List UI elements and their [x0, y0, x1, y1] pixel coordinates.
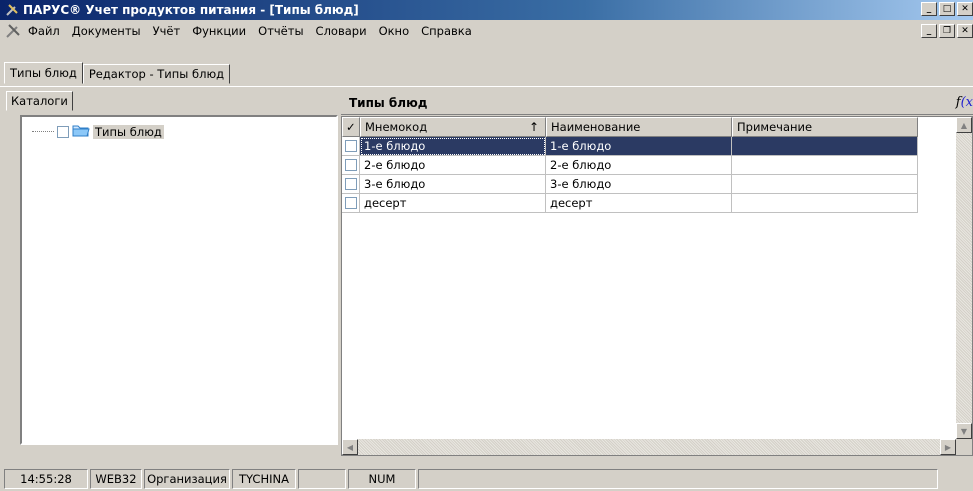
row-checkbox[interactable] — [345, 197, 357, 209]
row-checkbox[interactable] — [345, 178, 357, 190]
cell-name[interactable]: 3-е блюдо — [546, 175, 732, 194]
scroll-up-button[interactable]: ▲ — [956, 117, 972, 133]
tab-catalogs[interactable]: Каталоги — [6, 91, 73, 111]
row-checkbox[interactable] — [345, 159, 357, 171]
folder-icon — [72, 123, 90, 140]
cell-name[interactable]: 1-е блюдо — [546, 137, 732, 156]
status-bar: 14:55:28 WEB32 Организация TYCHINA NUM — [0, 466, 973, 491]
sort-ascending-icon: ↑ — [528, 120, 539, 134]
select-all-header[interactable]: ✓ — [342, 117, 360, 137]
table-row[interactable]: 2-е блюдо 2-е блюдо — [342, 156, 918, 175]
close-button[interactable]: ✕ — [957, 2, 973, 16]
menu-dictionaries[interactable]: Словари — [310, 24, 373, 38]
minimize-button[interactable]: _ — [921, 2, 937, 16]
status-user: TYCHINA — [232, 468, 296, 489]
tab-editor-dish-types[interactable]: Редактор - Типы блюд — [82, 64, 231, 84]
dish-types-grid[interactable]: ✓ Мнемокод ↑ Наименование Примечание 1-е… — [341, 116, 973, 456]
status-alias: WEB32 — [90, 468, 142, 489]
grid-header: ✓ Мнемокод ↑ Наименование Примечание — [342, 117, 918, 137]
status-time: 14:55:28 — [4, 468, 88, 489]
table-row[interactable]: десерт десерт — [342, 194, 918, 213]
scrollbar-corner — [956, 439, 972, 455]
catalogs-panel: Каталоги Типы блюд — [6, 87, 339, 457]
menu-help[interactable]: Справка — [415, 24, 478, 38]
panel-title: Типы блюд — [349, 95, 428, 110]
status-num: NUM — [348, 468, 416, 489]
status-organization: Организация — [144, 468, 230, 489]
cell-note[interactable] — [732, 175, 918, 194]
column-header-code[interactable]: Мнемокод ↑ — [360, 117, 546, 137]
grid-body: 1-е блюдо 1-е блюдо 2-е блюдо 2-е блюдо … — [342, 137, 918, 213]
cell-name[interactable]: 2-е блюдо — [546, 156, 732, 175]
menu-functions[interactable]: Функции — [186, 24, 252, 38]
menu-bar: Файл Документы Учёт Функции Отчёты Слова… — [0, 20, 973, 42]
tools-icon[interactable] — [4, 22, 22, 40]
cell-note[interactable] — [732, 156, 918, 175]
status-caps — [298, 468, 346, 489]
cell-code[interactable]: 1-е блюдо — [360, 137, 546, 156]
column-header-name[interactable]: Наименование — [546, 117, 732, 137]
column-header-note[interactable]: Примечание — [732, 117, 918, 137]
maximize-button[interactable]: □ — [939, 2, 955, 16]
tree-checkbox[interactable] — [57, 125, 69, 138]
cell-code[interactable]: 3-е блюдо — [360, 175, 546, 194]
tree-node-label: Типы блюд — [93, 124, 164, 139]
window-title: ПАРУС® Учет продуктов питания - [Типы бл… — [23, 3, 359, 17]
tree-connector — [32, 131, 54, 132]
scroll-left-button[interactable]: ◀ — [342, 439, 358, 455]
horizontal-scrollbar[interactable]: ◀ ▶ — [342, 439, 956, 455]
menu-window[interactable]: Окно — [373, 24, 416, 38]
cell-code[interactable]: десерт — [360, 194, 546, 213]
menu-accounting[interactable]: Учёт — [147, 24, 187, 38]
table-row[interactable]: 3-е блюдо 3-е блюдо — [342, 175, 918, 194]
tree-node-dish-types[interactable]: Типы блюд — [32, 123, 164, 140]
cell-code[interactable]: 2-е блюдо — [360, 156, 546, 175]
child-minimize-button[interactable]: _ — [921, 24, 937, 38]
menu-reports[interactable]: Отчёты — [252, 24, 309, 38]
panel-header: Типы блюд f(x — [341, 91, 973, 115]
cell-note[interactable] — [732, 137, 918, 156]
status-message — [418, 468, 938, 489]
scroll-right-button[interactable]: ▶ — [940, 439, 956, 455]
table-row[interactable]: 1-е блюдо 1-е блюдо — [342, 137, 918, 156]
tab-dish-types[interactable]: Типы блюд — [4, 62, 83, 84]
scroll-down-button[interactable]: ▼ — [956, 423, 972, 439]
row-checkbox[interactable] — [345, 140, 357, 152]
child-close-button[interactable]: ✕ — [957, 24, 973, 38]
child-restore-button[interactable]: ❐ — [939, 24, 955, 38]
function-icon[interactable]: f(x — [956, 95, 973, 110]
menu-documents[interactable]: Документы — [66, 24, 147, 38]
tools-icon[interactable] — [4, 2, 20, 18]
catalog-tree[interactable]: Типы блюд — [20, 115, 338, 445]
document-tabs: Типы блюд Редактор - Типы блюд — [0, 42, 973, 87]
dish-types-panel: Типы блюд f(x ✓ Мнемокод ↑ Наименование … — [341, 91, 973, 457]
menu-file[interactable]: Файл — [22, 24, 66, 38]
cell-note[interactable] — [732, 194, 918, 213]
title-bar: ПАРУС® Учет продуктов питания - [Типы бл… — [0, 0, 973, 20]
cell-name[interactable]: десерт — [546, 194, 732, 213]
vertical-scrollbar[interactable]: ▲ ▼ — [956, 117, 972, 455]
